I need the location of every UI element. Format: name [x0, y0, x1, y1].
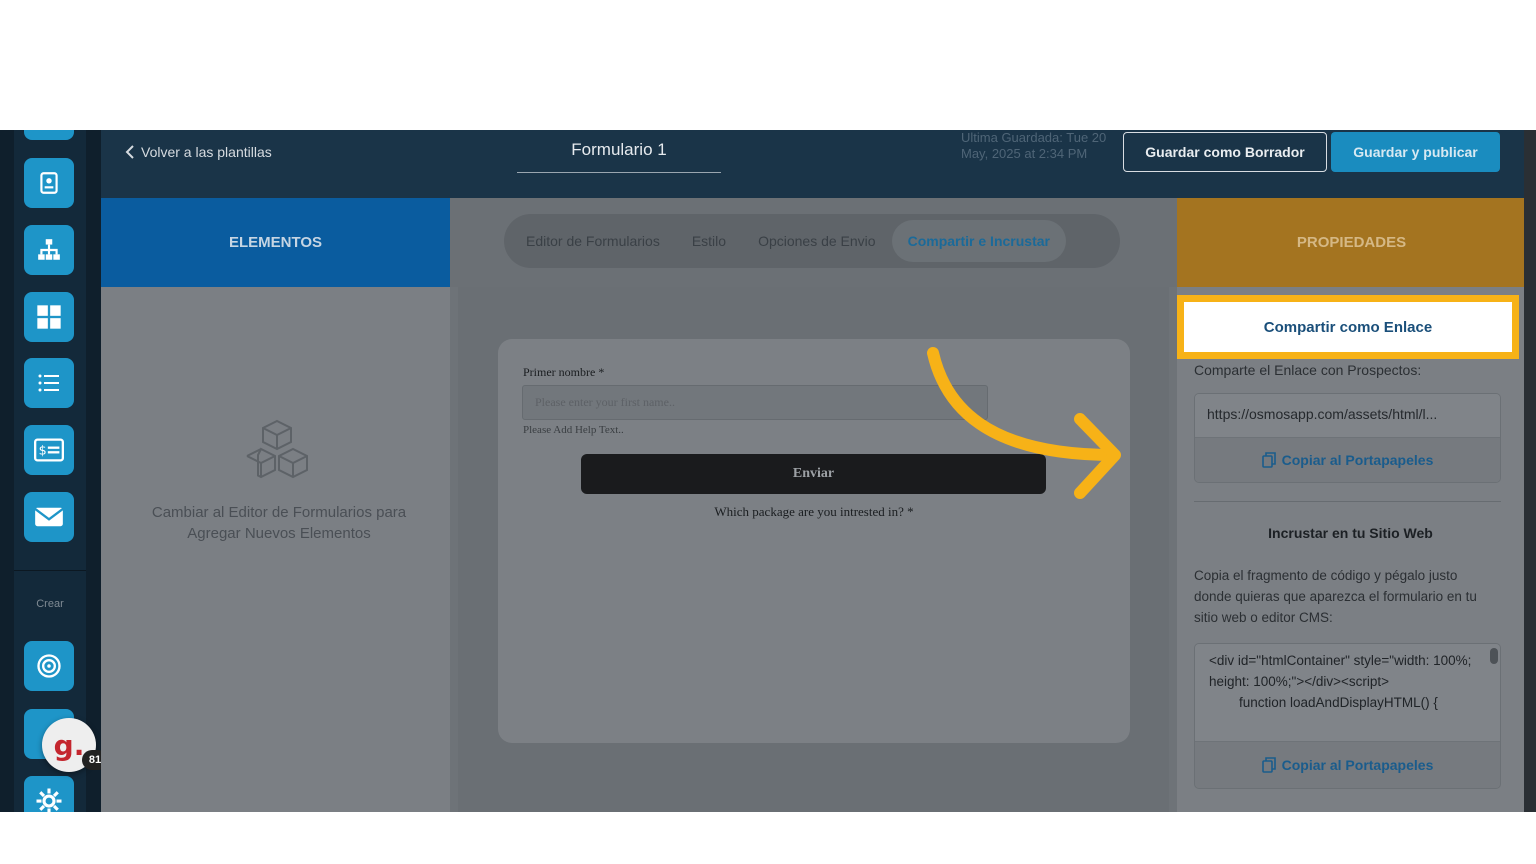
properties-panel-header: PROPIEDADES: [1177, 198, 1526, 287]
grid-icon[interactable]: [24, 292, 74, 342]
contact-card-icon[interactable]: [24, 158, 74, 208]
billing-icon[interactable]: $: [24, 425, 74, 475]
share-url-field[interactable]: https://osmosapp.com/assets/html/l...: [1195, 394, 1500, 438]
code-line-1: <div id="htmlContainer" style="width: 10…: [1209, 653, 1472, 689]
last-saved-text: Ultima Guardada: Tue 20 May, 2025 at 2:3…: [961, 130, 1107, 161]
share-as-link-button[interactable]: Compartir como Enlace: [1177, 295, 1519, 359]
left-sidebar: $ Crear: [0, 130, 101, 812]
sidebar-section-label: Crear: [36, 598, 64, 610]
cubes-icon: [246, 419, 308, 479]
embed-description: Copia el fragmento de código y pégalo ju…: [1194, 568, 1477, 625]
copy-icon: [1261, 757, 1276, 773]
app-frame: $ Crear g. 81 Volver a las plantillas Fo…: [0, 130, 1536, 812]
first-name-label: Primer nombre *: [523, 365, 605, 379]
elements-empty-message: Cambiar al Editor de Formularios para Ag…: [151, 504, 407, 542]
sidebar-divider: [14, 570, 86, 571]
help-text: Please Add Help Text..: [523, 424, 624, 436]
form-editor-area: Editor de Formularios Estilo Opciones de…: [450, 198, 1177, 812]
tab-submit-options[interactable]: Opciones de Envio: [742, 220, 892, 262]
tabs-row: Editor de Formularios Estilo Opciones de…: [450, 198, 1177, 287]
section-divider: [1194, 501, 1501, 502]
callout-arrow-icon: [927, 347, 1121, 499]
tab-style[interactable]: Estilo: [676, 220, 742, 262]
save-draft-button[interactable]: Guardar como Borrador: [1123, 132, 1327, 172]
list-icon[interactable]: [24, 358, 74, 408]
top-bar: Volver a las plantillas Formulario 1 Ult…: [101, 130, 1536, 198]
copy-icon: [1261, 452, 1276, 468]
elements-panel-header[interactable]: ELEMENTOS: [101, 198, 450, 287]
copy-link-button[interactable]: Copiar al Portapapeles: [1195, 438, 1500, 482]
tab-form-editor[interactable]: Editor de Formularios: [510, 220, 676, 262]
page-scrollbar[interactable]: [1524, 130, 1536, 812]
mail-icon[interactable]: [24, 492, 74, 542]
editor-tabs: Editor de Formularios Estilo Opciones de…: [504, 214, 1120, 268]
settings-icon[interactable]: [24, 776, 74, 812]
embed-code-textarea[interactable]: <div id="htmlContainer" style="width: 10…: [1195, 644, 1500, 742]
tab-share-embed[interactable]: Compartir e Incrustar: [891, 220, 1066, 262]
svg-text:$: $: [39, 443, 47, 458]
back-to-templates-link[interactable]: Volver a las plantillas: [125, 144, 272, 160]
embed-code-box: <div id="htmlContainer" style="width: 10…: [1194, 643, 1501, 789]
sidebar-item-top[interactable]: [24, 130, 74, 140]
copy-code-button[interactable]: Copiar al Portapapeles: [1195, 742, 1500, 788]
chevron-left-icon: [125, 145, 134, 159]
org-chart-icon[interactable]: [24, 225, 74, 275]
back-label: Volver a las plantillas: [141, 144, 272, 160]
share-subtitle: Comparte el Enlace con Prospectos:: [1194, 362, 1422, 378]
copy-link-label: Copiar al Portapapeles: [1281, 452, 1434, 468]
copy-code-label: Copiar al Portapapeles: [1281, 757, 1434, 773]
elements-panel: Cambiar al Editor de Formularios para Ag…: [101, 287, 450, 812]
properties-panel: Comparte el Enlace con Prospectos: https…: [1177, 287, 1524, 812]
package-question-label: Which package are you intrested in? *: [714, 504, 914, 519]
target-icon[interactable]: [24, 641, 74, 691]
support-logo: g.: [53, 728, 85, 762]
share-url-box: https://osmosapp.com/assets/html/l... Co…: [1194, 393, 1501, 483]
embed-title: Incrustar en tu Sitio Web: [1268, 525, 1433, 541]
code-scrollbar[interactable]: [1490, 648, 1498, 664]
form-title-input[interactable]: Formulario 1: [517, 140, 721, 173]
code-line-2: function loadAndDisplayHTML() {: [1239, 695, 1438, 710]
save-publish-button[interactable]: Guardar y publicar: [1331, 132, 1500, 172]
